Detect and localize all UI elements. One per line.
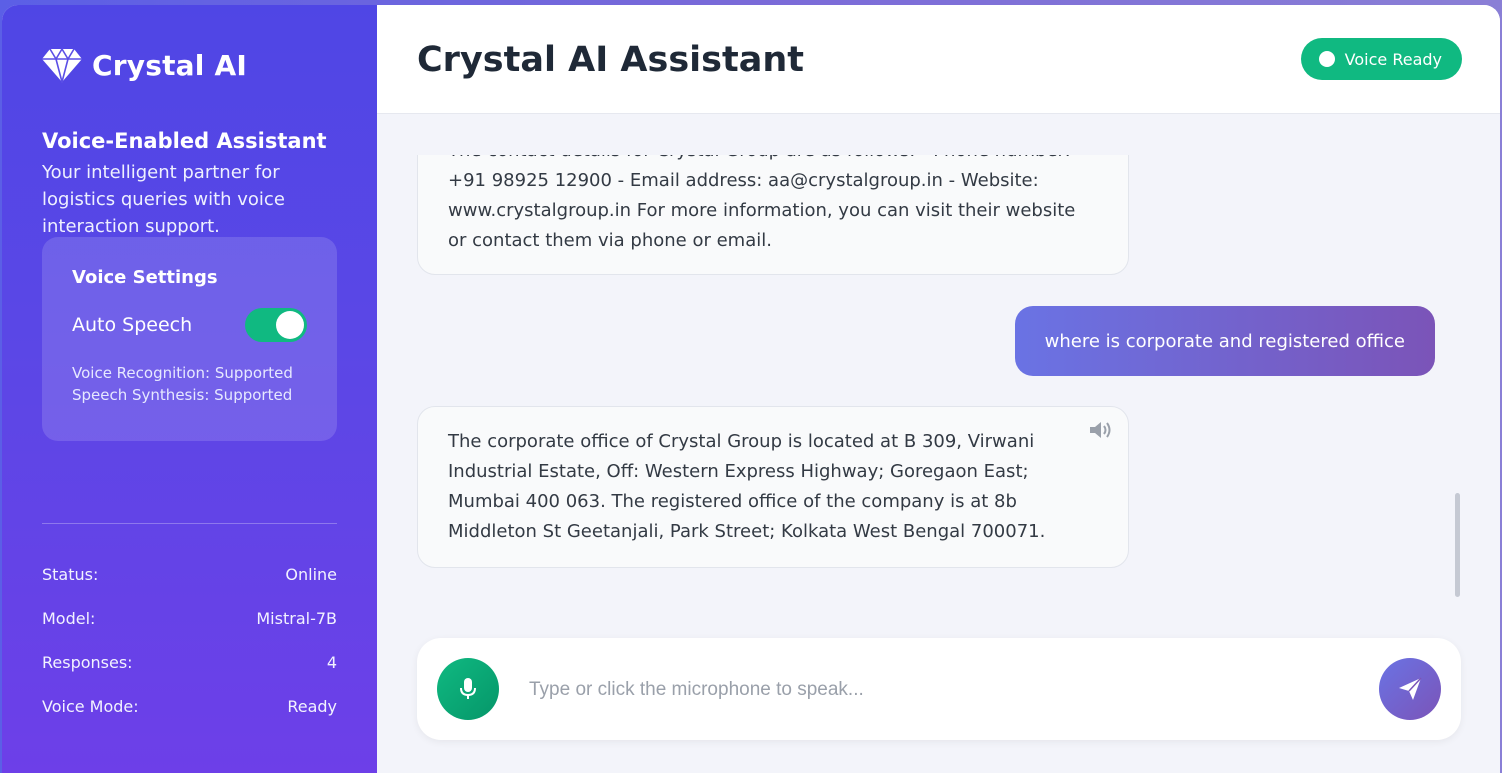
- chat-messages[interactable]: The contact details for Crystal Group ar…: [377, 155, 1500, 595]
- voice-ready-label: Voice Ready: [1344, 49, 1442, 69]
- message-input[interactable]: [527, 668, 1351, 712]
- stat-label: Voice Mode:: [42, 697, 139, 716]
- page-title: Crystal AI Assistant: [417, 40, 804, 80]
- composer: [417, 638, 1461, 740]
- voice-settings-title: Voice Settings: [72, 267, 218, 288]
- user-message: where is corporate and registered office: [1014, 306, 1435, 376]
- message-text: The contact details for Crystal Group ar…: [448, 155, 1076, 251]
- auto-speech-label: Auto Speech: [72, 314, 193, 336]
- main-panel: Crystal AI Assistant Voice Ready The con…: [377, 5, 1500, 773]
- sidebar: Crystal AI Voice-Enabled Assistant Your …: [2, 5, 377, 773]
- sidebar-divider: [42, 523, 337, 524]
- stat-value: Ready: [287, 697, 337, 716]
- auto-speech-row: Auto Speech: [72, 308, 307, 342]
- voice-ready-badge: Voice Ready: [1300, 38, 1462, 80]
- stat-label: Status:: [42, 565, 99, 584]
- assistant-message: The contact details for Crystal Group ar…: [417, 155, 1129, 275]
- gem-icon: [42, 47, 82, 83]
- speech-synthesis-status: Speech Synthesis: Supported: [72, 386, 293, 404]
- auto-speech-toggle[interactable]: [245, 308, 307, 342]
- toggle-knob: [276, 311, 304, 339]
- sidebar-description: Your intelligent partner for logistics q…: [42, 162, 285, 237]
- support-info: Voice Recognition: Supported Speech Synt…: [72, 362, 307, 406]
- status-dot-icon: [1318, 51, 1335, 67]
- voice-recognition-status: Voice Recognition: Supported: [72, 364, 293, 382]
- message-text: where is corporate and registered office: [1044, 330, 1405, 352]
- speaker-icon[interactable]: [1088, 419, 1114, 441]
- stats-list: Status: Online Model: Mistral-7B Respons…: [42, 565, 337, 741]
- stat-value: Online: [285, 565, 337, 584]
- microphone-button[interactable]: [437, 658, 499, 720]
- brand-name: Crystal AI: [92, 48, 247, 82]
- stat-model: Model: Mistral-7B: [42, 609, 337, 653]
- stat-status: Status: Online: [42, 565, 337, 609]
- scroll-thumb[interactable]: [1455, 493, 1460, 597]
- app-window: Crystal AI Voice-Enabled Assistant Your …: [2, 5, 1500, 773]
- assistant-message: The corporate office of Crystal Group is…: [417, 406, 1129, 568]
- stat-label: Model:: [42, 609, 96, 628]
- brand: Crystal AI: [42, 47, 247, 83]
- stat-label: Responses:: [42, 653, 133, 672]
- message-text: The corporate office of Crystal Group is…: [448, 431, 1046, 542]
- chat-scrollbar[interactable]: [1455, 155, 1460, 597]
- send-icon: [1399, 677, 1422, 700]
- stat-voice-mode: Voice Mode: Ready: [42, 697, 337, 741]
- stat-responses: Responses: 4: [42, 653, 337, 697]
- header: Crystal AI Assistant Voice Ready: [377, 5, 1500, 114]
- stat-value: 4: [326, 653, 337, 672]
- microphone-icon: [460, 678, 476, 699]
- send-button[interactable]: [1379, 658, 1441, 720]
- sidebar-title: Voice-Enabled Assistant: [42, 129, 327, 153]
- stat-value: Mistral-7B: [256, 609, 337, 628]
- voice-settings-card: Voice Settings Auto Speech Voice Recogni…: [42, 237, 337, 441]
